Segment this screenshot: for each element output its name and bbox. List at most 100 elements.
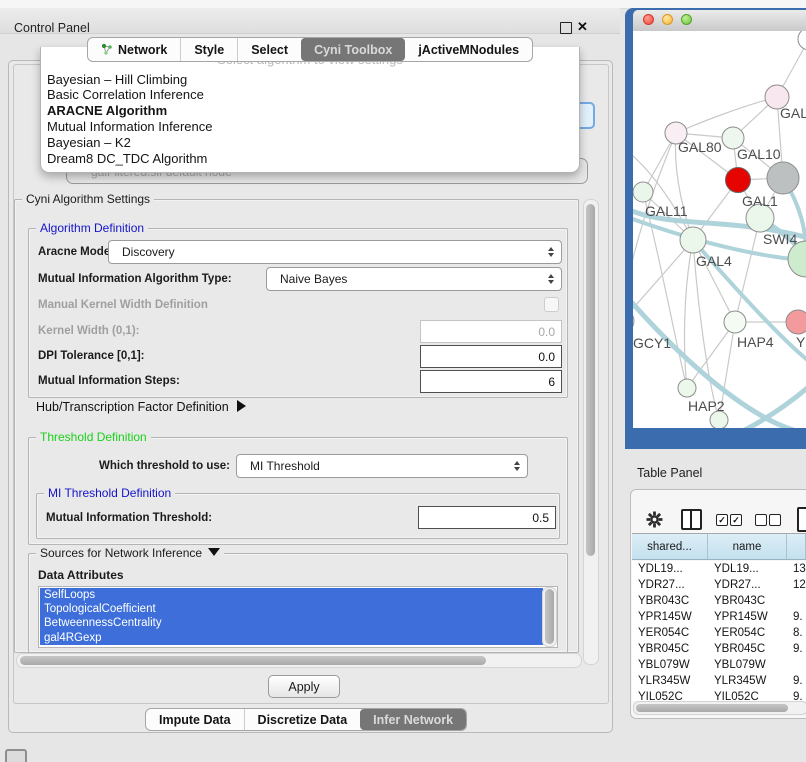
table-cell: YDL19... bbox=[708, 561, 787, 577]
table-row[interactable]: YER054CYER054C8. bbox=[632, 625, 806, 641]
apply-button[interactable]: Apply bbox=[268, 675, 340, 698]
attribute-list-item[interactable]: SelfLoops bbox=[40, 588, 543, 602]
table-cell: YBL079W bbox=[708, 657, 787, 673]
checked-checkbox-icon[interactable]: ✓ bbox=[730, 514, 742, 526]
data-attributes-list[interactable]: SelfLoopsTopologicalCoefficientBetweenne… bbox=[38, 586, 558, 648]
mi-steps-input[interactable]: 6 bbox=[420, 370, 562, 393]
tab-jactivemnodules[interactable]: jActiveMNodules bbox=[405, 38, 532, 61]
tab-cyni-toolbox[interactable]: Cyni Toolbox bbox=[301, 38, 405, 61]
checked-checkbox-icon[interactable]: ✓ bbox=[716, 514, 728, 526]
mi-threshold-input[interactable]: 0.5 bbox=[418, 506, 556, 529]
dropdown-item[interactable]: Mutual Information Inference bbox=[45, 119, 575, 135]
aracne-mode-combo[interactable]: Discovery bbox=[108, 240, 562, 264]
tab-discretize-data[interactable]: Discretize Data bbox=[244, 709, 361, 730]
column-header[interactable]: name bbox=[708, 534, 787, 559]
kernel-width-input[interactable]: 0.0 bbox=[420, 320, 562, 343]
tab-label: Select bbox=[251, 43, 288, 57]
tab-infer-network[interactable]: Infer Network bbox=[360, 709, 466, 730]
tab-style[interactable]: Style bbox=[180, 38, 237, 61]
hub-section-label: Hub/Transcription Factor Definition bbox=[36, 400, 229, 414]
mi-type-combo[interactable]: Naive Bayes bbox=[266, 267, 562, 291]
attribute-list-item[interactable]: BetweennessCentrality bbox=[40, 616, 543, 630]
unchecked-checkbox-icon[interactable] bbox=[769, 514, 781, 526]
table-row[interactable]: YPR145WYPR145W9. bbox=[632, 609, 806, 625]
manual-kernel-checkbox[interactable] bbox=[544, 297, 559, 312]
panel-title: Control Panel bbox=[14, 21, 90, 35]
sources-title-text: Sources for Network Inference bbox=[40, 546, 202, 560]
dpi-tolerance-input[interactable]: 0.0 bbox=[420, 345, 562, 368]
tab-network[interactable]: Network bbox=[88, 38, 180, 61]
table-row[interactable]: YLR345WYLR345W9. bbox=[632, 673, 806, 689]
floating-mini-icon[interactable] bbox=[5, 749, 27, 762]
sources-title[interactable]: Sources for Network Inference bbox=[36, 546, 224, 560]
table-row[interactable]: YIL052CYIL052C9. bbox=[632, 689, 806, 701]
table-row[interactable]: YDR27...YDR27...12 bbox=[632, 577, 806, 593]
tab-label: Impute Data bbox=[159, 713, 231, 727]
settings-vscrollbar[interactable] bbox=[583, 199, 599, 665]
column-header[interactable]: shared... bbox=[632, 534, 708, 559]
table-hscrollbar[interactable] bbox=[633, 701, 806, 715]
gear-icon[interactable] bbox=[646, 511, 663, 528]
table-cell: YDL19... bbox=[632, 561, 708, 577]
dropdown-item[interactable]: ARACNE Algorithm bbox=[45, 103, 575, 119]
settings-hscrollbar[interactable] bbox=[16, 653, 582, 668]
column-header[interactable] bbox=[787, 534, 806, 559]
settings-vscrollbar-thumb[interactable] bbox=[586, 204, 595, 556]
mac-close-icon[interactable] bbox=[643, 14, 654, 25]
dropdown-item[interactable]: Bayesian – K2 bbox=[45, 135, 575, 151]
mi-threshold-title: MI Threshold Definition bbox=[44, 486, 175, 500]
network-node[interactable] bbox=[680, 227, 706, 253]
table-row[interactable]: YBR043CYBR043C bbox=[632, 593, 806, 609]
unchecked-checkbox-icon[interactable] bbox=[755, 514, 767, 526]
dropdown-item[interactable]: Bayesian – Hill Climbing bbox=[45, 72, 575, 88]
hub-section-toggle[interactable]: Hub/Transcription Factor Definition bbox=[36, 400, 246, 414]
dropdown-item[interactable]: Dream8 DC_TDC Algorithm bbox=[45, 151, 575, 167]
tab-select[interactable]: Select bbox=[237, 38, 301, 61]
table-header-row: shared...name bbox=[632, 533, 806, 560]
attributes-vscrollbar[interactable] bbox=[542, 587, 557, 647]
document-icon-partial[interactable] bbox=[797, 507, 806, 532]
attribute-list-item[interactable]: TopologicalCoefficient bbox=[40, 602, 543, 616]
network-node[interactable] bbox=[726, 168, 751, 193]
network-graph: GALGAL80GAL10GAL1GAL11SWI4GAL4GCY1HAP4YH… bbox=[633, 31, 806, 428]
dropdown-item[interactable]: Basic Correlation Inference bbox=[45, 87, 575, 103]
table-panel-title: Table Panel bbox=[637, 466, 702, 480]
network-node[interactable] bbox=[633, 182, 653, 202]
table-cell: 13 bbox=[787, 561, 806, 577]
tab-label: Discretize Data bbox=[258, 713, 348, 727]
split-columns-icon[interactable] bbox=[681, 509, 702, 530]
which-threshold-combo[interactable]: MI Threshold bbox=[236, 454, 528, 478]
spinner-arrows-icon bbox=[548, 274, 554, 284]
tab-label: jActiveMNodules bbox=[418, 43, 519, 57]
mac-minimize-icon[interactable] bbox=[662, 14, 673, 25]
network-node[interactable] bbox=[678, 379, 696, 397]
spinner-arrows-icon bbox=[548, 247, 554, 257]
network-node[interactable] bbox=[798, 31, 806, 50]
table-cell: YIL052C bbox=[632, 689, 708, 701]
table-row[interactable]: YDL19...YDL19...13 bbox=[632, 561, 806, 577]
mac-zoom-icon[interactable] bbox=[681, 14, 692, 25]
bottom-tabs: Impute Data Discretize Data Infer Network bbox=[145, 708, 467, 731]
network-node[interactable] bbox=[786, 310, 806, 334]
table-row[interactable]: YBR045CYBR045C9. bbox=[632, 641, 806, 657]
close-icon[interactable]: ✕ bbox=[577, 19, 588, 35]
network-node[interactable] bbox=[633, 309, 634, 333]
mi-steps-label: Mutual Information Steps: bbox=[38, 375, 180, 387]
table-hscrollbar-thumb[interactable] bbox=[636, 704, 788, 712]
network-window-titlebar[interactable] bbox=[633, 10, 806, 32]
settings-hscrollbar-thumb[interactable] bbox=[20, 656, 486, 665]
network-canvas[interactable]: GALGAL80GAL10GAL1GAL11SWI4GAL4GCY1HAP4YH… bbox=[633, 31, 806, 428]
which-threshold-label: Which threshold to use: bbox=[60, 460, 230, 472]
float-panel-icon[interactable] bbox=[560, 22, 572, 34]
tab-impute-data[interactable]: Impute Data bbox=[146, 709, 244, 730]
attribute-list-item[interactable]: gal4RGexp bbox=[40, 631, 543, 645]
attributes-vscrollbar-thumb[interactable] bbox=[545, 589, 554, 644]
network-node[interactable] bbox=[724, 311, 746, 333]
table-row[interactable]: YBL079WYBL079W bbox=[632, 657, 806, 673]
network-node[interactable] bbox=[767, 162, 799, 194]
table-cell: YLR345W bbox=[632, 673, 708, 689]
network-edge bbox=[735, 218, 760, 322]
table-cell: 12 bbox=[787, 577, 806, 593]
node-label: HAP4 bbox=[737, 334, 774, 350]
table-cell: YER054C bbox=[708, 625, 787, 641]
